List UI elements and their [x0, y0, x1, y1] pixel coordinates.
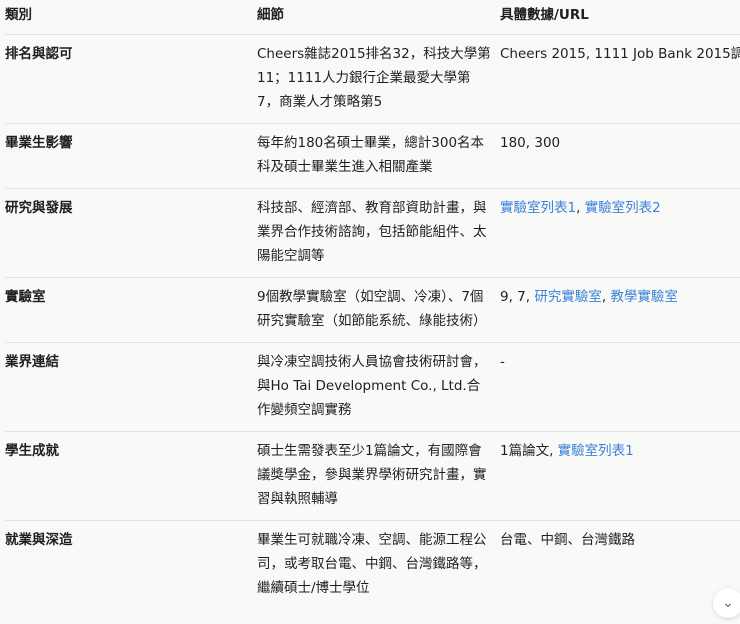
table-row: 業界連結 與冷凍空調技術人員協會技術研討會，與Ho Tai Development…: [5, 343, 740, 432]
header-category: 類別: [5, 7, 32, 23]
cell-data: 9, 7, 研究實驗室, 教學實驗室: [500, 285, 740, 333]
table-row: 排名與認可 Cheers雜誌2015排名32，科技大學第11；1111人力銀行企業…: [5, 35, 740, 124]
data-text: -: [500, 354, 505, 370]
cell-data: 實驗室列表1, 實驗室列表2: [500, 196, 740, 268]
cell-category: 實驗室: [5, 289, 46, 305]
table-row: 就業與深造 畢業生可就職冷凍、空調、能源工程公司，或考取台電、中鋼、台灣鐵路等，繼…: [5, 521, 740, 609]
cell-category: 業界連結: [5, 354, 59, 370]
data-text: Cheers 2015, 1111 Job Bank 2015調查: [500, 46, 740, 62]
cell-data: -: [500, 350, 740, 422]
chevron-down-icon: ⌄: [722, 595, 734, 611]
cell-data: 1篇論文, 實驗室列表1: [500, 439, 740, 511]
cell-category: 排名與認可: [5, 46, 73, 62]
data-link[interactable]: 實驗室列表1: [500, 200, 576, 216]
separator: ,: [576, 200, 585, 216]
cell-category: 畢業生影響: [5, 135, 73, 151]
table-row: 畢業生影響 每年約180名碩士畢業，總計300名本科及碩士畢業生進入相關產業 180…: [5, 124, 740, 189]
data-link[interactable]: 研究實驗室: [534, 289, 602, 305]
data-link[interactable]: 實驗室列表1: [558, 443, 634, 459]
header-detail: 細節: [257, 7, 284, 23]
cell-detail: 科技部、經濟部、教育部資助計畫，與業界合作技術諮詢，包括節能組件、太陽能空調等: [257, 200, 487, 264]
cell-detail: 9個教學實驗室（如空調、冷凍）、7個研究實驗室（如節能系統、綠能技術）: [257, 289, 487, 329]
data-link[interactable]: 教學實驗室: [610, 289, 678, 305]
scroll-down-button[interactable]: ⌄: [713, 588, 740, 618]
data-text: 9, 7,: [500, 289, 535, 305]
cell-detail: 與冷凍空調技術人員協會技術研討會，與Ho Tai Development Co.…: [257, 354, 487, 418]
data-text: 台電、中鋼、台灣鐵路: [500, 532, 635, 548]
data-link[interactable]: 實驗室列表2: [585, 200, 661, 216]
cell-detail: 每年約180名碩士畢業，總計300名本科及碩士畢業生進入相關產業: [257, 135, 485, 175]
cell-detail: Cheers雜誌2015排名32，科技大學第11；1111人力銀行企業最愛大學第…: [257, 46, 491, 110]
cell-category: 研究與發展: [5, 200, 73, 216]
table-row: 研究與發展 科技部、經濟部、教育部資助計畫，與業界合作技術諮詢，包括節能組件、太陽…: [5, 189, 740, 278]
data-table: 類別 細節 具體數據/URL 排名與認可 Cheers雜誌2015排名32，科技大…: [5, 0, 740, 609]
cell-data: 180, 300: [500, 131, 740, 179]
cell-category: 就業與深造: [5, 532, 73, 548]
table-row: 學生成就 碩士生需發表至少1篇論文，有國際會議獎學金，參與業界學術研究計畫，實習與…: [5, 432, 740, 521]
header-data: 具體數據/URL: [500, 7, 589, 23]
data-text: 1篇論文,: [500, 443, 558, 459]
cell-detail: 碩士生需發表至少1篇論文，有國際會議獎學金，參與業界學術研究計畫，實習與執照輔導: [257, 443, 487, 507]
table-row: 實驗室 9個教學實驗室（如空調、冷凍）、7個研究實驗室（如節能系統、綠能技術） 9,…: [5, 278, 740, 343]
table-header: 類別 細節 具體數據/URL: [5, 0, 740, 35]
cell-data: Cheers 2015, 1111 Job Bank 2015調查: [500, 42, 740, 114]
cell-data: 台電、中鋼、台灣鐵路: [500, 528, 740, 600]
cell-detail: 畢業生可就職冷凍、空調、能源工程公司，或考取台電、中鋼、台灣鐵路等，繼續碩士/博…: [257, 532, 487, 596]
cell-category: 學生成就: [5, 443, 59, 459]
data-text: 180, 300: [500, 135, 561, 151]
